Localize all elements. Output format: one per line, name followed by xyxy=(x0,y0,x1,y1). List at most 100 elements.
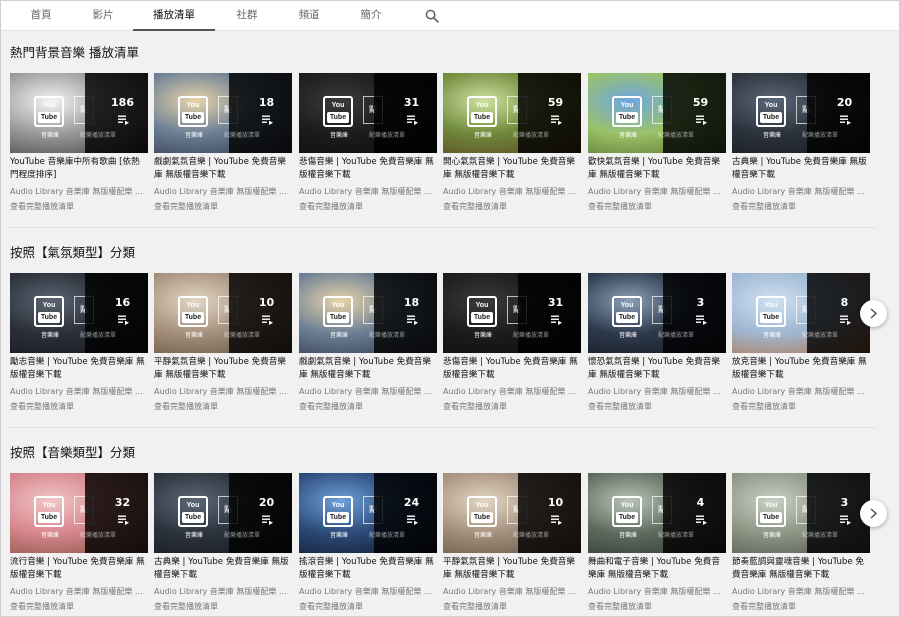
playlist-title[interactable]: 懷恐氣氛音樂 | YouTube 免費音樂庫 無版權音樂下載 xyxy=(588,356,726,382)
playlist-thumbnail[interactable]: You Tube 音樂庫 點 186 配樂播放清單 xyxy=(10,73,148,153)
channel-name[interactable]: Audio Library 音樂庫 無版權配樂 ... xyxy=(732,186,870,197)
channel-name[interactable]: Audio Library 音樂庫 無版權配樂 ... xyxy=(154,186,292,197)
channel-name[interactable]: Audio Library 音樂庫 無版權配樂 ... xyxy=(588,186,726,197)
view-full-playlist-link[interactable]: 查看完整播放清單 xyxy=(10,601,148,612)
playlist-title[interactable]: 戲劇氣氛音樂 | YouTube 免費音樂庫 無版權音樂下載 xyxy=(154,156,292,182)
playlist-card[interactable]: You Tube 音樂庫 點 20 配樂播放清單 古典樂 | YouTube 免… xyxy=(732,73,870,213)
playlist-card[interactable]: You Tube 音樂庫 點 18 配樂播放清單 戲劇氣氛音樂 | YouTub… xyxy=(154,73,292,213)
playlist-thumbnail[interactable]: You Tube 音樂庫 點 24 配樂播放清單 xyxy=(299,473,437,553)
channel-name[interactable]: Audio Library 音樂庫 無版權配樂 ... xyxy=(732,386,870,397)
playlist-thumbnail[interactable]: You Tube 音樂庫 點 18 配樂播放清單 xyxy=(154,73,292,153)
carousel-next-button[interactable] xyxy=(860,300,887,327)
view-full-playlist-link[interactable]: 查看完整播放清單 xyxy=(732,201,870,212)
playlist-card[interactable]: You Tube 音樂庫 點 20 配樂播放清單 古典樂 | YouTube 免… xyxy=(154,473,292,613)
view-full-playlist-link[interactable]: 查看完整播放清單 xyxy=(443,401,581,412)
channel-name[interactable]: Audio Library 音樂庫 無版權配樂 ... xyxy=(443,186,581,197)
channel-name[interactable]: Audio Library 音樂庫 無版權配樂 ... xyxy=(588,386,726,397)
view-full-playlist-link[interactable]: 查看完整播放清單 xyxy=(443,601,581,612)
playlist-title[interactable]: 流行音樂 | YouTube 免費音樂庫 無版權音樂下載 xyxy=(10,556,148,582)
playlist-title[interactable]: 開心氣氛音樂 | YouTube 免費音樂庫 無版權音樂下載 xyxy=(443,156,581,182)
tab-playlists[interactable]: 播放清單 xyxy=(133,1,215,31)
playlist-thumbnail[interactable]: You Tube 音樂庫 點 3 配樂播放清單 xyxy=(732,473,870,553)
playlist-card[interactable]: You Tube 音樂庫 點 10 配樂播放清單 平靜氣氛音樂 | YouTub… xyxy=(154,273,292,413)
playlist-thumbnail[interactable]: You Tube 音樂庫 點 20 配樂播放清單 xyxy=(154,473,292,553)
search-icon[interactable] xyxy=(425,8,439,23)
channel-name[interactable]: Audio Library 音樂庫 無版權配樂 ... xyxy=(154,586,292,597)
view-full-playlist-link[interactable]: 查看完整播放清單 xyxy=(732,401,870,412)
playlist-thumbnail[interactable]: You Tube 音樂庫 點 31 配樂播放清單 xyxy=(443,273,581,353)
playlist-title[interactable]: 悲傷音樂 | YouTube 免費音樂庫 無版權音樂下載 xyxy=(299,156,437,182)
playlist-title[interactable]: 戲劇氣氛音樂 | YouTube 免費音樂庫 無版權音樂下載 xyxy=(299,356,437,382)
tab-community[interactable]: 社群 xyxy=(225,1,269,31)
playlist-thumbnail[interactable]: You Tube 音樂庫 點 10 配樂播放清單 xyxy=(154,273,292,353)
playlist-card[interactable]: You Tube 音樂庫 點 59 配樂播放清單 xyxy=(588,73,726,213)
channel-name[interactable]: Audio Library 音樂庫 無版權配樂 ... xyxy=(299,386,437,397)
playlist-title[interactable]: 歡快氣氛音樂 | YouTube 免費音樂庫 無版權音樂下載 xyxy=(588,156,726,182)
channel-name[interactable]: Audio Library 音樂庫 無版權配樂 ... xyxy=(10,586,148,597)
view-full-playlist-link[interactable]: 查看完整播放清單 xyxy=(299,601,437,612)
playlist-title[interactable]: 古典樂 | YouTube 免費音樂庫 無版權音樂下載 xyxy=(732,156,870,182)
channel-name[interactable]: Audio Library 音樂庫 無版權配樂 ... xyxy=(443,586,581,597)
playlist-card[interactable]: You Tube 音樂庫 點 31 配樂播放清單 悲傷音樂 | YouTube … xyxy=(299,73,437,213)
channel-name[interactable]: Audio Library 音樂庫 無版權配樂 ... xyxy=(154,386,292,397)
view-full-playlist-link[interactable]: 查看完整播放清單 xyxy=(154,201,292,212)
playlist-title[interactable]: 放克音樂 | YouTube 免費音樂庫 無版權音樂下載 xyxy=(732,356,870,382)
playlist-thumbnail[interactable]: You Tube 音樂庫 點 4 配樂播放清單 xyxy=(588,473,726,553)
view-full-playlist-link[interactable]: 查看完整播放清單 xyxy=(10,401,148,412)
channel-name[interactable]: Audio Library 音樂庫 無版權配樂 ... xyxy=(732,586,870,597)
view-full-playlist-link[interactable]: 查看完整播放清單 xyxy=(588,401,726,412)
carousel-next-button[interactable] xyxy=(860,500,887,527)
view-full-playlist-link[interactable]: 查看完整播放清單 xyxy=(588,601,726,612)
view-full-playlist-link[interactable]: 查看完整播放清單 xyxy=(443,201,581,212)
channel-name[interactable]: Audio Library 音樂庫 無版權配樂 ... xyxy=(10,186,148,197)
view-full-playlist-link[interactable]: 查看完整播放清單 xyxy=(10,201,148,212)
playlist-card[interactable]: You Tube 音樂庫 點 31 配樂播放清單 悲傷音樂 | YouTube … xyxy=(443,273,581,413)
playlist-title[interactable]: YouTube 音樂庫中所有歌曲 [依熱門程度排序] xyxy=(10,156,148,182)
tab-videos[interactable]: 影片 xyxy=(81,1,125,31)
youtube-logo-icon: You Tube xyxy=(323,296,353,327)
view-full-playlist-link[interactable]: 查看完整播放清單 xyxy=(299,201,437,212)
playlist-card[interactable]: You Tube 音樂庫 點 4 配樂播放清單 舞曲和電子音樂 | YouTub… xyxy=(588,473,726,613)
playlist-card[interactable]: You Tube 音樂庫 點 10 配樂播放清單 平靜氣氛音樂 | YouTub… xyxy=(443,473,581,613)
playlist-card[interactable]: You Tube 音樂庫 點 59 配樂播放清單 xyxy=(443,73,581,213)
tab-about[interactable]: 簡介 xyxy=(349,1,393,31)
playlist-thumbnail[interactable]: You Tube 音樂庫 點 32 配樂播放清單 xyxy=(10,473,148,553)
playlist-title[interactable]: 古典樂 | YouTube 免費音樂庫 無版權音樂下載 xyxy=(154,556,292,582)
playlist-title[interactable]: 節奏藍調與靈魂音樂 | YouTube 免費音樂庫 無版權音樂下載 xyxy=(732,556,870,582)
playlist-title[interactable]: 舞曲和電子音樂 | YouTube 免費音樂庫 無版權音樂下載 xyxy=(588,556,726,582)
playlist-thumbnail[interactable]: You Tube 音樂庫 點 3 配樂播放清單 xyxy=(588,273,726,353)
playlist-card[interactable]: You Tube 音樂庫 點 16 配樂播放清單 勵志音樂 | YouTube … xyxy=(10,273,148,413)
channel-name[interactable]: Audio Library 音樂庫 無版權配樂 ... xyxy=(588,586,726,597)
channel-name[interactable]: Audio Library 音樂庫 無版權配樂 ... xyxy=(299,586,437,597)
view-full-playlist-link[interactable]: 查看完整播放清單 xyxy=(154,601,292,612)
tab-channels[interactable]: 頻道 xyxy=(287,1,331,31)
playlist-thumbnail[interactable]: You Tube 音樂庫 點 59 配樂播放清單 xyxy=(443,73,581,153)
channel-name[interactable]: Audio Library 音樂庫 無版權配樂 ... xyxy=(299,186,437,197)
playlist-card[interactable]: You Tube 音樂庫 點 8 配樂播放清單 放克音樂 | YouTube 免… xyxy=(732,273,870,413)
channel-name[interactable]: Audio Library 音樂庫 無版權配樂 ... xyxy=(10,386,148,397)
playlist-card[interactable]: You Tube 音樂庫 點 3 配樂播放清單 xyxy=(588,273,726,413)
tab-home[interactable]: 首頁 xyxy=(19,1,63,31)
playlist-title[interactable]: 悲傷音樂 | YouTube 免費音樂庫 無版權音樂下載 xyxy=(443,356,581,382)
playlist-card[interactable]: You Tube 音樂庫 點 3 配樂播放清單 xyxy=(732,473,870,613)
playlist-card[interactable]: You Tube 音樂庫 點 32 配樂播放清單 流行音樂 | YouTube … xyxy=(10,473,148,613)
playlist-thumbnail[interactable]: You Tube 音樂庫 點 18 配樂播放清單 xyxy=(299,273,437,353)
playlist-title[interactable]: 勵志音樂 | YouTube 免費音樂庫 無版權音樂下載 xyxy=(10,356,148,382)
playlist-thumbnail[interactable]: You Tube 音樂庫 點 16 配樂播放清單 xyxy=(10,273,148,353)
view-full-playlist-link[interactable]: 查看完整播放清單 xyxy=(154,401,292,412)
playlist-thumbnail[interactable]: You Tube 音樂庫 點 59 配樂播放清單 xyxy=(588,73,726,153)
playlist-thumbnail[interactable]: You Tube 音樂庫 點 20 配樂播放清單 xyxy=(732,73,870,153)
view-full-playlist-link[interactable]: 查看完整播放清單 xyxy=(732,601,870,612)
playlist-thumbnail[interactable]: You Tube 音樂庫 點 10 配樂播放清單 xyxy=(443,473,581,553)
playlist-thumbnail[interactable]: You Tube 音樂庫 點 31 配樂播放清單 xyxy=(299,73,437,153)
playlist-thumbnail[interactable]: You Tube 音樂庫 點 8 配樂播放清單 xyxy=(732,273,870,353)
playlist-card[interactable]: You Tube 音樂庫 點 186 配樂播放清單 YouTube 音樂庫中所有… xyxy=(10,73,148,213)
playlist-title[interactable]: 平靜氣氛音樂 | YouTube 免費音樂庫 無版權音樂下載 xyxy=(443,556,581,582)
channel-name[interactable]: Audio Library 音樂庫 無版權配樂 ... xyxy=(443,386,581,397)
playlist-card[interactable]: You Tube 音樂庫 點 18 配樂播放清單 戲劇氣氛音樂 | YouTub… xyxy=(299,273,437,413)
view-full-playlist-link[interactable]: 查看完整播放清單 xyxy=(299,401,437,412)
playlist-title[interactable]: 平靜氣氛音樂 | YouTube 免費音樂庫 無版權音樂下載 xyxy=(154,356,292,382)
view-full-playlist-link[interactable]: 查看完整播放清單 xyxy=(588,201,726,212)
playlist-title[interactable]: 搖滾音樂 | YouTube 免費音樂庫 無版權音樂下載 xyxy=(299,556,437,582)
playlist-card[interactable]: You Tube 音樂庫 點 24 配樂播放清單 搖滾音樂 | YouTube … xyxy=(299,473,437,613)
